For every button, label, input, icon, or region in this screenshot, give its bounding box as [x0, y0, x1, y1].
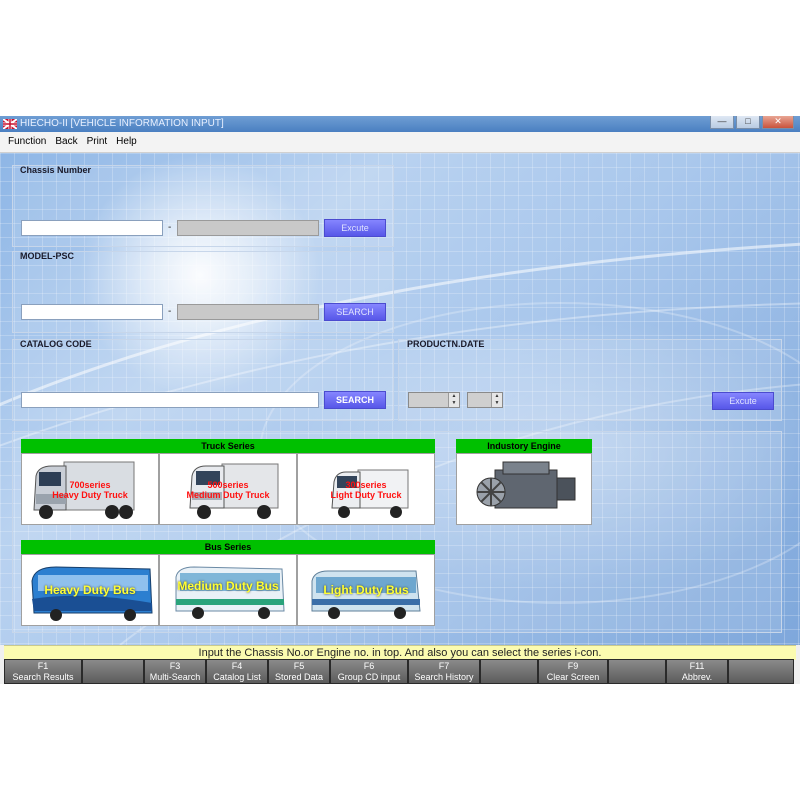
menu-print[interactable]: Print [83, 132, 113, 152]
medium-duty-truck-tile[interactable]: 500series Medium Duty Truck [159, 453, 297, 525]
title-bar: HIECHO-II [VEHICLE INFORMATION INPUT] — … [0, 116, 800, 132]
medium-truck-label-line1: 500series [207, 480, 249, 490]
catalog-code-group: CATALOG CODE SEARCH [12, 339, 394, 421]
light-duty-truck-tile[interactable]: 300series Light Duty Truck [297, 453, 435, 525]
function-key-blank-2[interactable] [480, 659, 538, 684]
menu-bar: Function Back Print Help [0, 132, 800, 153]
production-year-spinner[interactable]: ▲ ▼ [408, 392, 460, 408]
truck-series-header: Truck Series [21, 439, 435, 453]
app-flag-icon [3, 119, 17, 129]
light-duty-bus-tile[interactable]: Light Duty Bus [297, 554, 435, 626]
production-execute-button[interactable]: Excute [712, 392, 774, 410]
status-message: Input the Chassis No.or Engine no. in to… [4, 645, 796, 660]
spin-up-icon[interactable]: ▲ [449, 393, 459, 400]
medium-duty-bus-tile[interactable]: Medium Duty Bus [159, 554, 297, 626]
catalog-code-label: CATALOG CODE [20, 339, 92, 349]
f4-catalog-list-button[interactable]: F4 Catalog List [206, 659, 268, 684]
heavy-truck-label-line1: 700series [69, 480, 111, 490]
spin-down-icon[interactable]: ▼ [449, 400, 459, 407]
model-psc-label: MODEL-PSC [20, 251, 74, 261]
medium-bus-label: Medium Duty Bus [177, 579, 279, 593]
heavy-duty-truck-tile[interactable]: 700series Heavy Duty Truck [21, 453, 159, 525]
close-button[interactable]: ✕ [762, 116, 794, 129]
f5-stored-data-button[interactable]: F5 Stored Data [268, 659, 330, 684]
chassis-execute-button[interactable]: Excute [324, 219, 386, 237]
f11-abbrev-button[interactable]: F11 Abbrev. [666, 659, 728, 684]
spin-up-icon[interactable]: ▲ [492, 393, 502, 400]
spin-down-icon[interactable]: ▼ [492, 400, 502, 407]
menu-help[interactable]: Help [112, 132, 142, 152]
f3-multi-search-button[interactable]: F3 Multi-Search [144, 659, 206, 684]
model-separator: - [168, 306, 172, 317]
model-psc-group: MODEL-PSC - SEARCH [12, 251, 394, 333]
psc-input[interactable] [177, 304, 319, 320]
model-search-button[interactable]: SEARCH [324, 303, 386, 321]
menu-back[interactable]: Back [51, 132, 82, 152]
maximize-button[interactable]: □ [736, 116, 760, 129]
f7-search-history-button[interactable]: F7 Search History [408, 659, 480, 684]
series-panel: Truck Series 700series Heavy Duty Truck [12, 431, 782, 633]
medium-truck-label-line2: Medium Duty Truck [186, 490, 270, 500]
heavy-duty-bus-tile[interactable]: Heavy Duty Bus [21, 554, 159, 626]
app-window: HIECHO-II [VEHICLE INFORMATION INPUT] — … [0, 116, 800, 684]
production-month-spinner[interactable]: ▲ ▼ [467, 392, 503, 408]
industry-engine-header: Industory Engine [456, 439, 592, 453]
heavy-truck-label-line2: Heavy Duty Truck [52, 490, 128, 500]
model-input[interactable] [21, 304, 163, 320]
f6-group-cd-input-button[interactable]: F6 Group CD input [330, 659, 408, 684]
chassis-separator: - [168, 222, 172, 233]
function-key-blank-4[interactable] [728, 659, 794, 684]
f1-search-results-button[interactable]: F1 Search Results [4, 659, 82, 684]
chassis-serial-input[interactable] [177, 220, 319, 236]
bus-series-header: Bus Series [21, 540, 435, 554]
function-key-blank-3[interactable] [608, 659, 666, 684]
production-date-label: PRODUCTN.DATE [407, 339, 485, 349]
production-date-group: PRODUCTN.DATE ▲ ▼ ▲ ▼ Excute [398, 339, 782, 421]
menu-function[interactable]: Function [0, 132, 51, 152]
light-truck-label-line1: 300series [345, 480, 387, 490]
catalog-code-input[interactable] [21, 392, 319, 408]
chassis-number-group: Chassis Number - Excute [12, 165, 394, 247]
window-controls: — □ ✕ [710, 116, 794, 129]
chassis-number-label: Chassis Number [20, 165, 92, 175]
minimize-button[interactable]: — [710, 116, 734, 129]
main-panel: Chassis Number - Excute MODEL-PSC - SEAR… [0, 153, 800, 645]
function-key-bar: F1 Search Results F3 Multi-Search F4 Catalo… [4, 659, 796, 684]
light-bus-label: Light Duty Bus [323, 583, 409, 597]
light-truck-label-line2: Light Duty Truck [330, 490, 402, 500]
catalog-search-button[interactable]: SEARCH [324, 391, 386, 409]
year-spin-arrows[interactable]: ▲ ▼ [448, 393, 459, 407]
month-spin-arrows[interactable]: ▲ ▼ [491, 393, 502, 407]
engine-icon [476, 461, 576, 509]
chassis-model-input[interactable] [21, 220, 163, 236]
industry-engine-tile[interactable] [456, 453, 592, 525]
window-title: HIECHO-II [VEHICLE INFORMATION INPUT] [20, 118, 224, 129]
function-key-blank-1[interactable] [82, 659, 144, 684]
f9-clear-screen-button[interactable]: F9 Clear Screen [538, 659, 608, 684]
heavy-bus-label: Heavy Duty Bus [44, 583, 136, 597]
